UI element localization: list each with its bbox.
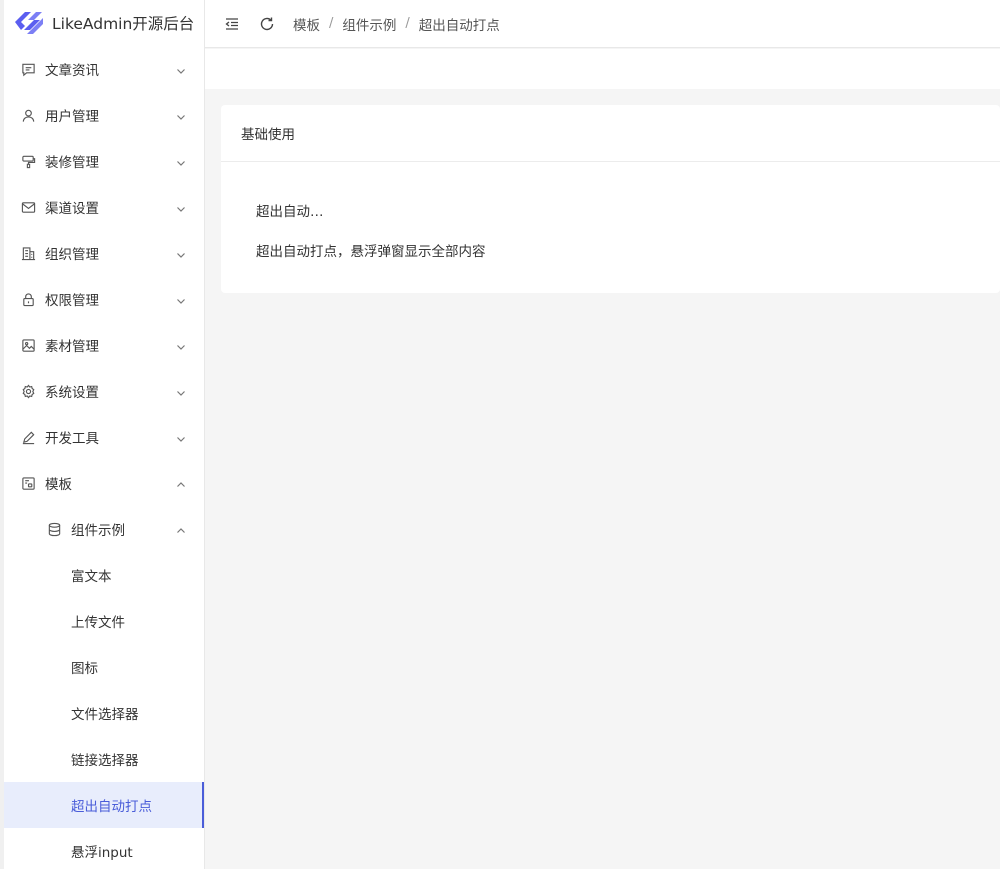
sidebar-subitem-file-picker[interactable]: 文件选择器	[4, 690, 204, 736]
sidebar-item-system-settings[interactable]: 系统设置	[4, 368, 204, 414]
breadcrumb-separator: /	[329, 16, 334, 31]
sidebar-item-label: 文件选择器	[71, 707, 139, 723]
sidebar-item-label: 文章资讯	[45, 63, 99, 79]
sidebar-item-materials[interactable]: 素材管理	[4, 322, 204, 368]
chevron-down-icon	[176, 156, 186, 166]
sidebar-item-label: 链接选择器	[71, 753, 139, 769]
chevron-down-icon	[176, 110, 186, 120]
refresh-icon[interactable]	[258, 15, 276, 33]
ellipsis-text[interactable]: 超出自动打点，悬浮弹窗显示全部内容	[256, 200, 326, 220]
sidebar-submenu-components[interactable]: 组件示例	[4, 506, 204, 552]
sidebar-item-permissions[interactable]: 权限管理	[4, 276, 204, 322]
chevron-down-icon	[176, 386, 186, 396]
chevron-down-icon	[176, 64, 186, 74]
sidebar-subitem-icons[interactable]: 图标	[4, 644, 204, 690]
sidebar-subitem-rich-text[interactable]: 富文本	[4, 552, 204, 598]
chevron-up-icon	[176, 524, 186, 534]
chevron-down-icon	[176, 248, 186, 258]
breadcrumb: 模板 / 组件示例 / 超出自动打点	[293, 14, 500, 34]
breadcrumb-item[interactable]: 模板	[293, 14, 320, 34]
sidebar-subitem-popover-input[interactable]: 悬浮input	[4, 828, 204, 869]
sidebar-subitem-upload[interactable]: 上传文件	[4, 598, 204, 644]
sidebar-item-users[interactable]: 用户管理	[4, 92, 204, 138]
sidebar-item-label: 组件示例	[71, 523, 125, 539]
brush-icon	[20, 153, 36, 169]
sidebar-item-label: 超出自动打点	[71, 799, 152, 815]
sidebar-item-label: 组织管理	[45, 247, 99, 263]
sidebar-item-template[interactable]: 模板	[4, 460, 204, 506]
sidebar-item-articles[interactable]: 文章资讯	[4, 46, 204, 92]
breadcrumb-current: 超出自动打点	[418, 17, 500, 34]
sidebar-item-decoration[interactable]: 装修管理	[4, 138, 204, 184]
sidebar-item-label: 素材管理	[45, 339, 99, 355]
sidebar-item-label: 上传文件	[71, 615, 125, 631]
card-body: 超出自动打点，悬浮弹窗显示全部内容 超出自动打点，悬浮弹窗显示全部内容	[221, 162, 1000, 260]
sidebar-item-dev-tools[interactable]: 开发工具	[4, 414, 204, 460]
tab-bar	[205, 49, 1000, 89]
building-icon	[20, 245, 36, 261]
lock-icon	[20, 291, 36, 307]
demo-card: 基础使用 超出自动打点，悬浮弹窗显示全部内容 超出自动打点，悬浮弹窗显示全部内容	[221, 105, 1000, 293]
breadcrumb-separator: /	[405, 16, 410, 31]
sidebar-item-label: 渠道设置	[45, 201, 99, 217]
sidebar-item-label: 用户管理	[45, 109, 99, 125]
sidebar-item-label: 开发工具	[45, 431, 99, 447]
sidebar-item-label: 系统设置	[45, 385, 99, 401]
message-square-icon	[20, 61, 36, 77]
chevron-down-icon	[176, 340, 186, 350]
app-title: LikeAdmin开源后台	[52, 15, 195, 33]
pen-icon	[20, 429, 36, 445]
logo[interactable]: LikeAdmin开源后台	[4, 0, 204, 46]
database-icon	[46, 521, 62, 537]
sidebar: LikeAdmin开源后台 文章资讯 用户管理 装修管理 渠道设置 组织管理 权…	[0, 0, 205, 869]
full-text: 超出自动打点，悬浮弹窗显示全部内容	[256, 244, 486, 260]
sidebar-item-label: 权限管理	[45, 293, 99, 309]
breadcrumb-item[interactable]: 组件示例	[342, 14, 396, 34]
template-icon	[20, 475, 36, 491]
sidebar-item-label: 悬浮input	[71, 845, 133, 861]
chevron-down-icon	[176, 202, 186, 212]
card-title: 基础使用	[221, 105, 1000, 162]
sidebar-item-label: 模板	[45, 477, 72, 493]
user-icon	[20, 107, 36, 123]
chevron-up-icon	[176, 478, 186, 488]
sidebar-item-organization[interactable]: 组织管理	[4, 230, 204, 276]
sidebar-item-label: 图标	[71, 661, 98, 677]
mail-icon	[20, 199, 36, 215]
logo-icon	[15, 12, 43, 34]
collapse-menu-icon[interactable]	[223, 15, 241, 33]
gear-icon	[20, 383, 36, 399]
chevron-down-icon	[176, 432, 186, 442]
image-icon	[20, 337, 36, 353]
sidebar-subitem-ellipsis[interactable]: 超出自动打点	[4, 782, 204, 828]
sidebar-item-label: 装修管理	[45, 155, 99, 171]
top-header: 模板 / 组件示例 / 超出自动打点	[205, 0, 1000, 48]
chevron-down-icon	[176, 294, 186, 304]
sidebar-item-label: 富文本	[71, 569, 112, 585]
sidebar-item-channels[interactable]: 渠道设置	[4, 184, 204, 230]
sidebar-subitem-link-picker[interactable]: 链接选择器	[4, 736, 204, 782]
